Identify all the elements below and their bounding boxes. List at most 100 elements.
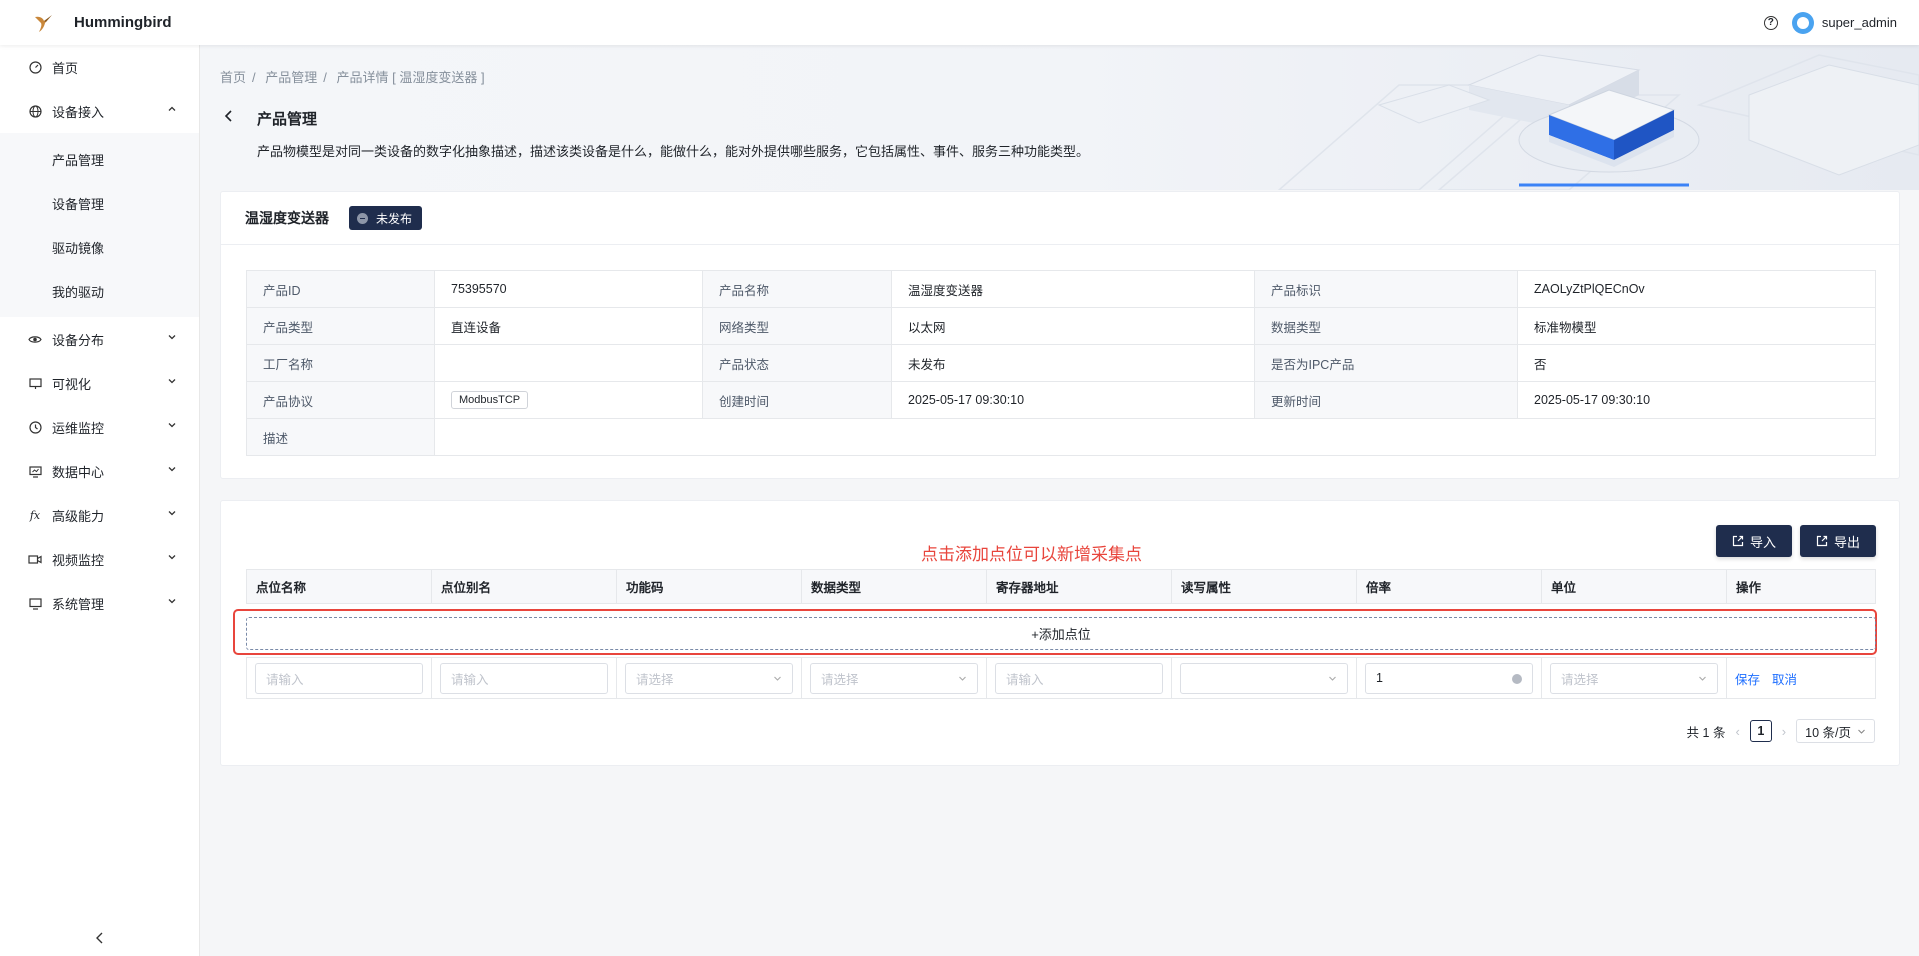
- sidebar-subitem-device-management[interactable]: 设备管理: [0, 181, 199, 225]
- sidebar-item-label: 运维监控: [52, 420, 105, 436]
- function-code-select[interactable]: 请选择: [625, 662, 793, 694]
- status-label: 未发布: [376, 211, 413, 226]
- computer-icon: [28, 596, 42, 610]
- sidebar-submenu: 产品管理 设备管理 驱动镜像 我的驱动: [0, 133, 199, 317]
- chevron-down-icon: [168, 467, 176, 472]
- info-value: 否: [1517, 344, 1876, 382]
- video-icon: [28, 552, 42, 566]
- page-header-banner: 首页 / 产品管理 / 产品详情 [ 温湿度变送器 ] 产品管理 产品物模型是对同一…: [200, 45, 1919, 190]
- import-label: 导入: [1749, 534, 1776, 550]
- table-row: 工厂名称 产品状态 未发布 是否为IPC产品 否: [246, 344, 1876, 382]
- monitor-icon: [28, 376, 42, 390]
- table-row: 产品协议 ModbusTCP 创建时间 2025-05-17 09:30:10 …: [246, 381, 1876, 419]
- column-header: 点位名称: [247, 570, 432, 603]
- export-icon: [1816, 535, 1828, 547]
- avatar[interactable]: [1791, 11, 1814, 34]
- help-icon[interactable]: ?: [1763, 15, 1778, 30]
- hummingbird-logo-icon[interactable]: [28, 8, 58, 38]
- page-description: 产品物模型是对同一类设备的数字化抽象描述，描述该类设备是什么，能做什么，能对外提…: [257, 144, 1090, 159]
- page-number[interactable]: 1: [1749, 720, 1772, 742]
- import-icon: [1732, 535, 1744, 547]
- column-header: 寄存器地址: [987, 570, 1172, 603]
- register-address-input[interactable]: 请输入: [995, 662, 1163, 694]
- cancel-button[interactable]: 取消: [1772, 669, 1797, 688]
- table-row: 描述: [246, 418, 1876, 456]
- column-header: 操作: [1736, 581, 1762, 595]
- sidebar-item-ops-monitor[interactable]: 运维监控: [0, 405, 199, 449]
- chevron-down-icon: [168, 379, 176, 384]
- add-point-button[interactable]: +添加点位: [246, 617, 1876, 650]
- sidebar-item-device-distribution[interactable]: 设备分布: [0, 317, 199, 361]
- username[interactable]: super_admin: [1822, 15, 1897, 30]
- breadcrumb-product-management[interactable]: 产品管理: [265, 70, 317, 85]
- select-placeholder: 请选择: [821, 672, 859, 687]
- chevron-up-icon: [168, 106, 176, 111]
- sidebar-subitem-driver-image[interactable]: 驱动镜像: [0, 225, 199, 269]
- prev-page-icon[interactable]: ‹: [1735, 724, 1739, 739]
- export-button[interactable]: 导出: [1800, 525, 1876, 557]
- dashboard-icon: [28, 60, 42, 74]
- chevron-down-icon: [168, 555, 176, 560]
- info-value: ZAOLyZtPlQECnOv: [1517, 270, 1876, 308]
- column-header: 读写属性: [1172, 570, 1357, 603]
- point-edit-row: 请输入 请输入 请选择 请选择 请输入 1 请选择 保存 取消: [246, 657, 1876, 699]
- info-label: 描述: [246, 418, 435, 456]
- chevron-down-icon: [774, 676, 781, 681]
- sidebar-item-system[interactable]: 系统管理: [0, 581, 199, 625]
- sidebar-subitem-product-management[interactable]: 产品管理: [0, 137, 199, 181]
- sidebar-item-video[interactable]: 视频监控: [0, 537, 199, 581]
- data-type-select[interactable]: 请选择: [810, 662, 978, 694]
- page-size-label: 10 条/页: [1805, 725, 1851, 740]
- product-info-table: 产品ID 75395570 产品名称 温湿度变送器 产品标识 ZAOLyZtPl…: [246, 270, 1876, 456]
- info-value: 2025-05-17 09:30:10: [891, 381, 1255, 419]
- back-arrow-icon[interactable]: [222, 109, 236, 123]
- sidebar-item-advanced[interactable]: fx 高级能力: [0, 493, 199, 537]
- column-header: 倍率: [1357, 570, 1542, 603]
- info-value: 2025-05-17 09:30:10: [1517, 381, 1876, 419]
- table-row: 产品ID 75395570 产品名称 温湿度变送器 产品标识 ZAOLyZtPl…: [246, 270, 1876, 308]
- info-label: 产品类型: [246, 307, 435, 345]
- next-page-icon[interactable]: ›: [1782, 724, 1786, 739]
- sidebar-item-label: 系统管理: [52, 596, 105, 612]
- chevron-down-icon: [168, 335, 176, 340]
- sidebar-item-data-center[interactable]: 数据中心: [0, 449, 199, 493]
- product-name: 温湿度变送器: [245, 210, 329, 226]
- read-write-select[interactable]: [1180, 662, 1348, 694]
- top-bar: Hummingbird ? super_admin: [0, 0, 1919, 45]
- points-table-header: 点位名称 点位别名 功能码 数据类型 寄存器地址 读写属性 倍率 单位 操作: [246, 569, 1876, 604]
- unpublished-icon: [357, 212, 368, 224]
- chevron-down-icon: [1329, 676, 1336, 681]
- column-header: 数据类型: [802, 570, 987, 603]
- app-title: Hummingbird: [74, 14, 172, 31]
- collapse-sidebar-icon[interactable]: [92, 930, 108, 946]
- page-size-select[interactable]: 10 条/页: [1796, 719, 1875, 743]
- import-button[interactable]: 导入: [1716, 525, 1792, 557]
- save-button[interactable]: 保存: [1735, 669, 1760, 688]
- sidebar-item-home[interactable]: 首页: [0, 45, 199, 89]
- sidebar-item-label: 视频监控: [52, 552, 105, 568]
- sidebar-item-label: 设备接入: [52, 104, 105, 120]
- data-screen-icon: [28, 464, 42, 478]
- info-value: 标准物模型: [1517, 307, 1876, 345]
- rate-input[interactable]: 1: [1365, 662, 1533, 694]
- info-label: 是否为IPC产品: [1254, 344, 1518, 382]
- clear-icon[interactable]: [1512, 673, 1522, 684]
- info-value: 直连设备: [434, 307, 703, 345]
- hint-text: 点击添加点位可以新增采集点: [921, 545, 1142, 564]
- sidebar-subitem-my-driver[interactable]: 我的驱动: [0, 269, 199, 313]
- sidebar-item-device-access[interactable]: 设备接入: [0, 89, 199, 133]
- sidebar-item-label: 高级能力: [52, 508, 105, 524]
- breadcrumb-home[interactable]: 首页: [220, 70, 246, 85]
- point-alias-input[interactable]: 请输入: [440, 662, 608, 694]
- unit-select[interactable]: 请选择: [1550, 662, 1718, 694]
- sidebar-item-visualization[interactable]: 可视化: [0, 361, 199, 405]
- export-label: 导出: [1833, 534, 1860, 550]
- select-placeholder: 请选择: [1561, 672, 1599, 687]
- info-value: ModbusTCP: [434, 381, 703, 419]
- table-row: 产品类型 直连设备 网络类型 以太网 数据类型 标准物模型: [246, 307, 1876, 345]
- point-name-input[interactable]: 请输入: [255, 662, 423, 694]
- page-title: 产品管理: [257, 111, 318, 128]
- chevron-down-icon: [168, 599, 176, 604]
- info-value: 以太网: [891, 307, 1255, 345]
- globe-icon: [28, 104, 42, 118]
